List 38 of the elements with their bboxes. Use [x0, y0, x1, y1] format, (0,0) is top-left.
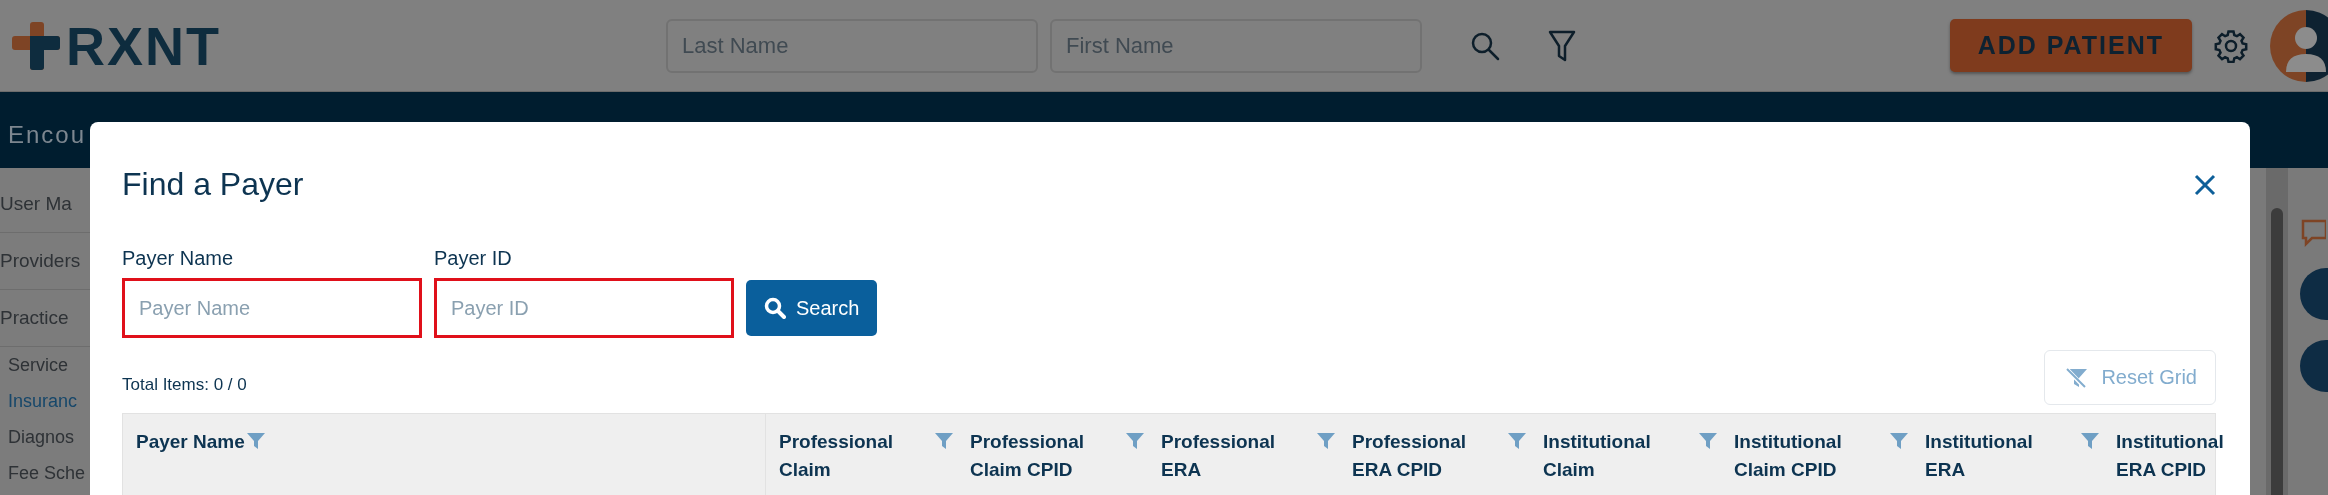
settings-icon[interactable] — [2214, 28, 2248, 63]
search-field[interactable]: Last Name — [666, 18, 1038, 73]
clear-filter-icon — [2063, 366, 2090, 389]
column-header[interactable]: Professional Claim — [766, 414, 957, 495]
search-field[interactable]: First Name — [1050, 18, 1422, 73]
total-items: Total Items: 0 / 0 — [122, 375, 247, 395]
avatar-icon[interactable] — [2270, 9, 2328, 82]
filter-icon[interactable] — [1890, 433, 1908, 449]
search-icon[interactable] — [1470, 30, 1500, 61]
column-header[interactable]: Payer Name — [123, 414, 766, 495]
chat-icon[interactable] — [2300, 218, 2326, 248]
input-field[interactable]: Payer Name — [122, 278, 422, 338]
column-header[interactable]: Institutional ERA — [1912, 414, 2103, 495]
dialog-title: Find a Payer — [122, 166, 304, 203]
filter-icon[interactable] — [2081, 433, 2099, 449]
logo-text: RXNT — [66, 14, 221, 77]
field-label: Payer ID — [434, 247, 513, 270]
filter-icon[interactable] — [1508, 433, 1526, 449]
filter-icon[interactable] — [246, 433, 265, 449]
column-header[interactable]: Professional ERA — [1148, 414, 1339, 495]
close-icon[interactable] — [2194, 173, 2216, 196]
filter-icon[interactable] — [1548, 29, 1576, 62]
cross-logo-icon — [12, 21, 60, 70]
filter-icon[interactable] — [1317, 433, 1335, 449]
column-header[interactable]: Institutional ERA CPID — [2103, 414, 2231, 495]
search-icon — [764, 297, 786, 319]
input-field[interactable]: Payer ID — [434, 278, 734, 338]
nav-tab[interactable]: Encou — [8, 121, 87, 149]
scrollbar[interactable] — [2266, 168, 2288, 495]
column-header[interactable]: Institutional Claim CPID — [1721, 414, 1912, 495]
filter-icon[interactable] — [935, 433, 953, 449]
filter-icon[interactable] — [1126, 433, 1144, 449]
column-header[interactable]: Professional Claim CPID — [957, 414, 1148, 495]
column-header[interactable]: Professional ERA CPID — [1339, 414, 1530, 495]
column-header[interactable]: Institutional Claim — [1530, 414, 1721, 495]
search-button[interactable]: Search — [746, 280, 878, 336]
field-label: Payer Name — [122, 247, 235, 270]
filter-icon[interactable] — [1699, 433, 1717, 449]
